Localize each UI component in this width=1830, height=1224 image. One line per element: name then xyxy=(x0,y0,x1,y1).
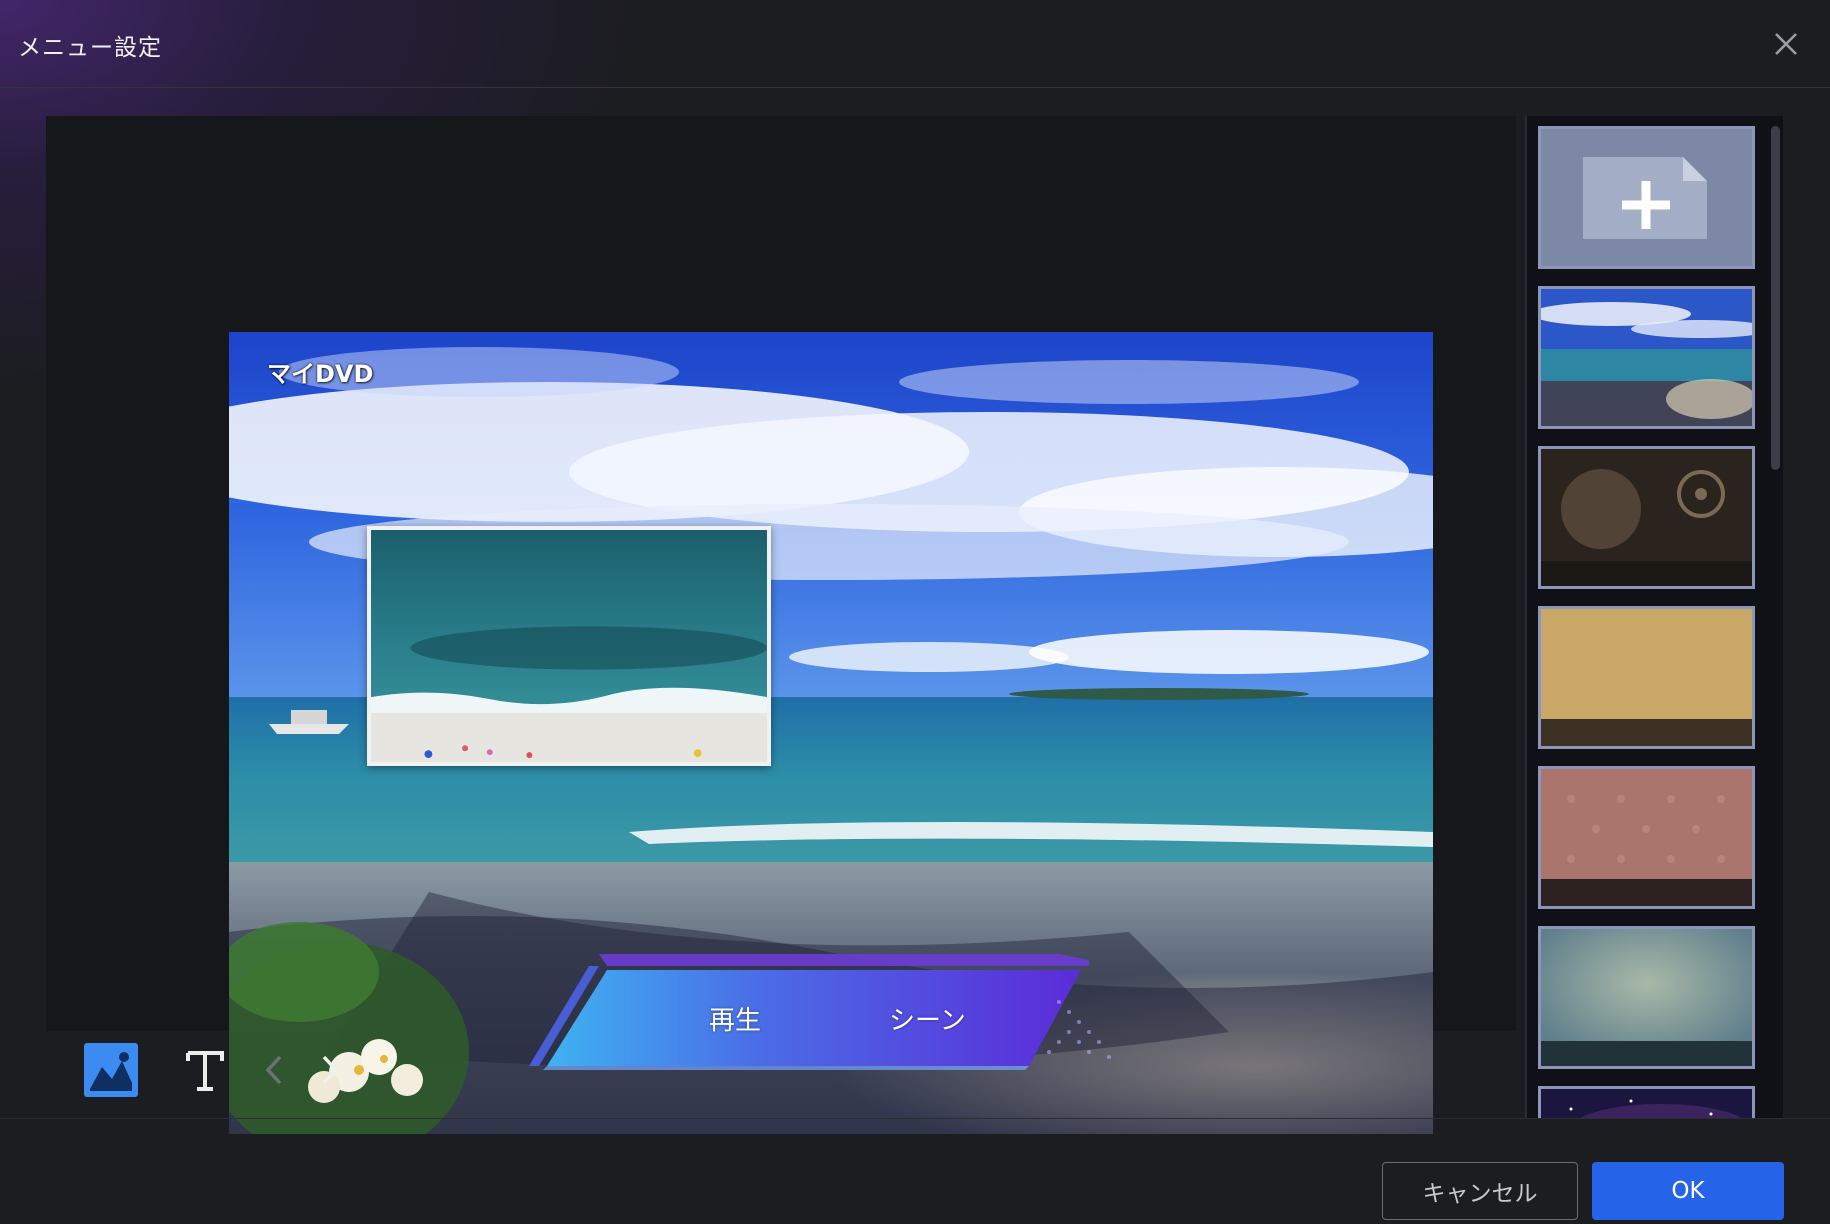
add-template-tile[interactable] xyxy=(1538,126,1755,269)
window-title: メニュー設定 xyxy=(18,35,162,61)
play-menu-button[interactable]: 再生 xyxy=(709,1000,761,1037)
template-gold[interactable] xyxy=(1538,606,1755,749)
menu-preview: マイDVD 再生 シーン xyxy=(229,332,1433,1134)
close-icon[interactable] xyxy=(1768,26,1804,62)
template-panel xyxy=(1525,116,1783,1118)
template-film[interactable] xyxy=(1538,446,1755,589)
footer-divider xyxy=(0,1118,1830,1119)
text-tool-icon[interactable] xyxy=(178,1043,232,1097)
chevron-left-icon[interactable] xyxy=(256,1043,292,1097)
background-image-icon[interactable] xyxy=(84,1043,138,1097)
menu-bar-graphic xyxy=(529,954,1111,1070)
template-galaxy[interactable] xyxy=(1538,1086,1755,1118)
preview-stage: マイDVD 再生 シーン xyxy=(46,116,1516,1134)
chapter-thumbnail-image xyxy=(371,530,767,762)
menu-title-text[interactable]: マイDVD xyxy=(267,354,373,389)
template-pink[interactable] xyxy=(1538,766,1755,909)
scenes-menu-button[interactable]: シーン xyxy=(889,1000,966,1037)
ok-button[interactable]: OK xyxy=(1592,1162,1784,1220)
cancel-button[interactable]: キャンセル xyxy=(1382,1162,1578,1220)
chapter-thumbnail-frame[interactable] xyxy=(367,526,771,766)
title-bar: メニュー設定 xyxy=(0,0,1830,88)
chevron-right-icon[interactable] xyxy=(312,1043,348,1097)
menu-button-bar: 再生 シーン xyxy=(529,942,1159,1072)
template-scrollbar[interactable] xyxy=(1771,126,1780,470)
template-teal[interactable] xyxy=(1538,926,1755,1069)
template-beach[interactable] xyxy=(1538,286,1755,429)
